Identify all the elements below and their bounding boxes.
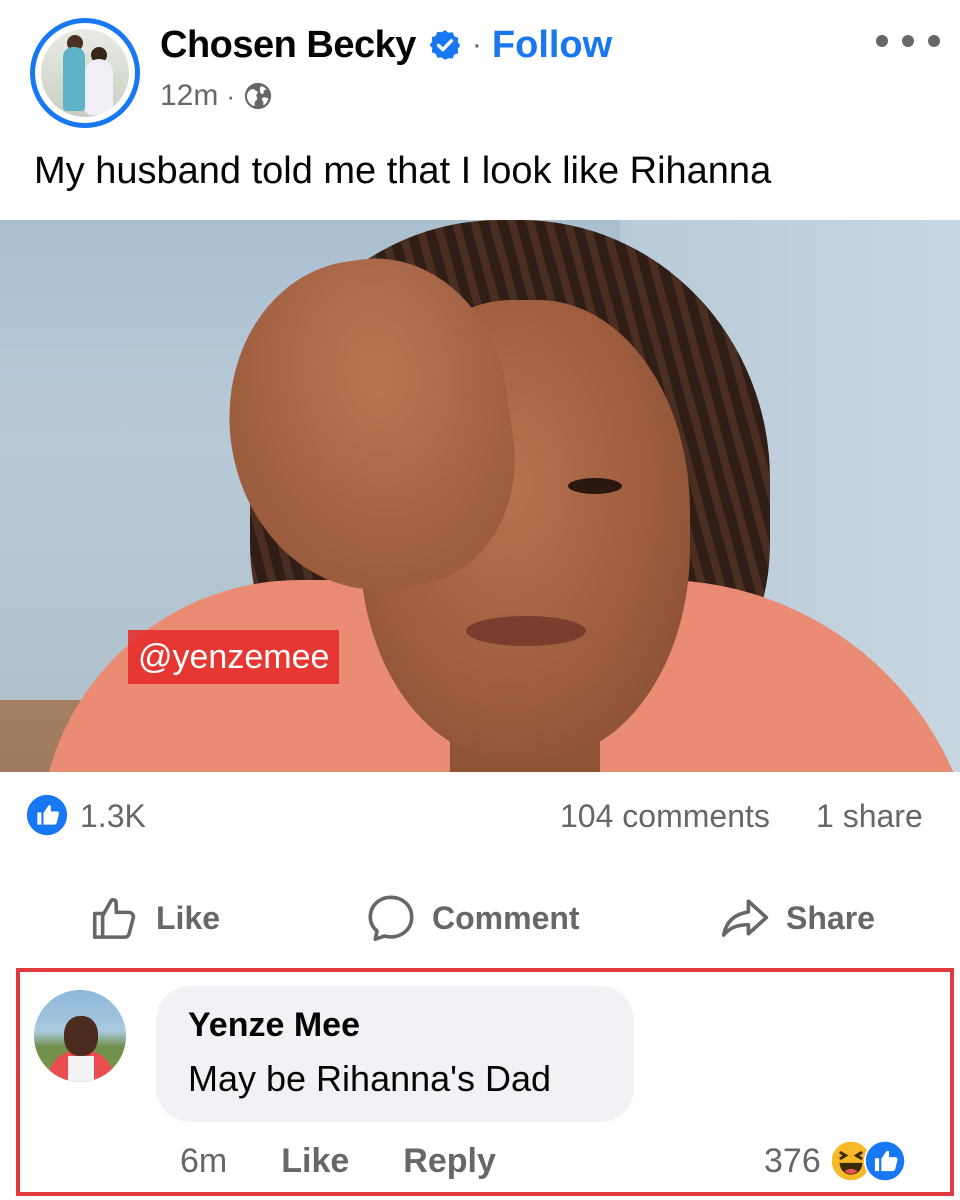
share-arrow-icon [721, 899, 769, 937]
meta-separator: · [226, 80, 236, 111]
comment-icon [368, 895, 414, 941]
comment-reactions[interactable]: 376 [764, 1136, 907, 1186]
comment-button[interactable]: Comment [364, 880, 580, 956]
commenter-avatar[interactable] [34, 990, 126, 1082]
author-avatar-photo [41, 29, 129, 117]
verified-badge-icon [429, 30, 461, 60]
post-time[interactable]: 12m [160, 79, 218, 113]
reaction-count[interactable]: 1.3K [80, 798, 146, 835]
name-separator: · [471, 28, 482, 61]
thumbs-up-icon [92, 898, 136, 939]
more-options-button[interactable] [876, 26, 940, 56]
globe-icon [244, 82, 272, 110]
comment-reaction-count: 376 [764, 1141, 821, 1180]
post-action-bar: Like Comment Share [0, 880, 960, 956]
post-meta: 12m · [160, 78, 273, 114]
comment-actions: 6m Like Reply [180, 1140, 496, 1182]
like-button[interactable]: Like [88, 880, 220, 956]
shares-count[interactable]: 1 share [816, 798, 923, 835]
author-avatar[interactable] [30, 18, 140, 128]
author-name-row: Chosen Becky · Follow [160, 20, 612, 70]
author-name[interactable]: Chosen Becky [160, 24, 416, 67]
comments-count[interactable]: 104 comments [560, 798, 770, 835]
comment-time[interactable]: 6m [180, 1142, 227, 1181]
post-caption: My husband told me that I look like Riha… [34, 150, 772, 192]
share-button-label: Share [786, 899, 875, 936]
like-reaction-icon[interactable] [26, 794, 68, 836]
like-reaction-icon [863, 1139, 906, 1183]
post-header: Chosen Becky · Follow 12m · [0, 0, 960, 140]
more-options-icon [876, 35, 888, 47]
comment-button-label: Comment [432, 899, 580, 936]
comment-text: May be Rihanna's Dad [188, 1058, 552, 1099]
reactions-summary: 1.3K 104 comments 1 share [0, 790, 960, 840]
comment-bubble: Yenze Mee May be Rihanna's Dad [156, 986, 634, 1122]
commenter-name[interactable]: Yenze Mee [188, 1006, 360, 1045]
share-button[interactable]: Share [718, 880, 875, 956]
comment-reply-button[interactable]: Reply [403, 1142, 496, 1181]
post-photo[interactable]: @yenzemee [0, 220, 960, 772]
comment-like-button[interactable]: Like [281, 1142, 349, 1181]
follow-button[interactable]: Follow [492, 24, 612, 67]
photo-watermark: @yenzemee [128, 630, 340, 684]
like-button-label: Like [156, 899, 221, 936]
